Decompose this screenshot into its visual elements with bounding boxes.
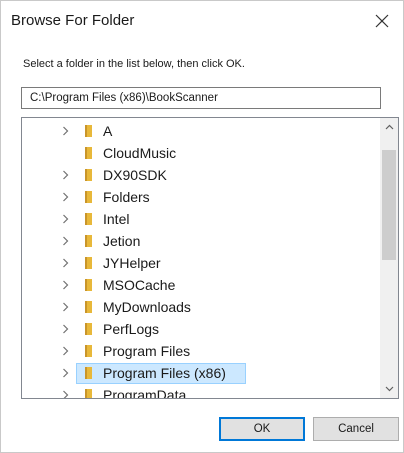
tree-item[interactable]: Jetion [22,230,374,252]
folder-icon [82,278,96,292]
tree-item-label: MyDownloads [103,299,191,315]
chevron-right-icon [62,302,68,312]
folder-icon [82,388,96,398]
tree-item[interactable]: CloudMusic [22,142,374,164]
close-icon [375,14,389,28]
selected-path-field: C:\Program Files (x86)\BookScanner [21,87,381,109]
tree-item-label: Program Files (x86) [103,365,226,381]
instruction-text: Select a folder in the list below, then … [23,58,245,70]
browse-for-folder-dialog: Browse For Folder Select a folder in the… [0,0,404,453]
chevron-right-icon [62,346,68,356]
tree-item[interactable]: MSOCache [22,274,374,296]
scroll-up-button[interactable] [380,118,398,136]
expand-toggle[interactable] [60,345,70,357]
ok-button[interactable]: OK [219,417,305,441]
tree-item[interactable]: Program Files [22,340,374,362]
tree-item-label: ProgramData [103,387,187,399]
tree-item-label: JYHelper [103,255,161,271]
tree-item[interactable]: A [22,120,374,142]
expand-toggle[interactable] [60,169,70,181]
chevron-right-icon [62,126,68,136]
folder-icon [82,234,96,248]
tree-item[interactable]: Intel [22,208,374,230]
tree-item[interactable]: JYHelper [22,252,374,274]
tree-item-label: DX90SDK [103,167,167,183]
tree-item-label: PerfLogs [103,321,160,337]
tree-item-label: A [103,123,113,139]
tree-item-label: CloudMusic [103,145,177,161]
close-button[interactable] [365,5,399,37]
expand-toggle[interactable] [60,389,70,398]
tree-item[interactable]: ProgramData [22,384,374,399]
scroll-thumb[interactable] [382,150,396,260]
folder-tree-list: A CloudMusic DX90SDK Folders Intel Jetion JYHe… [22,120,374,399]
expand-toggle[interactable] [60,367,70,379]
chevron-right-icon [62,324,68,334]
folder-icon [82,212,96,226]
expand-toggle[interactable] [60,257,70,269]
tree-item[interactable]: PerfLogs [22,318,374,340]
tree-item-label: MSOCache [103,277,176,293]
dialog-title: Browse For Folder [11,12,135,29]
expand-toggle[interactable] [60,125,70,137]
chevron-right-icon [62,192,68,202]
folder-icon [82,190,96,204]
tree-item-label: Program Files [103,343,191,359]
folder-icon [82,168,96,182]
folder-tree[interactable]: A CloudMusic DX90SDK Folders Intel Jetion JYHe… [21,117,399,399]
chevron-right-icon [62,214,68,224]
folder-icon [82,344,96,358]
chevron-right-icon [62,170,68,180]
tree-item-label: Folders [103,189,150,205]
chevron-right-icon [62,236,68,246]
expand-toggle[interactable] [60,279,70,291]
chevron-right-icon [62,390,68,398]
folder-icon [82,124,96,138]
expand-toggle[interactable] [60,323,70,335]
tree-item[interactable]: MyDownloads [22,296,374,318]
scroll-down-button[interactable] [380,380,398,398]
expand-toggle[interactable] [60,191,70,203]
tree-item[interactable]: Folders [22,186,374,208]
tree-item[interactable]: DX90SDK [22,164,374,186]
folder-icon [82,256,96,270]
chevron-down-icon [385,386,393,392]
folder-icon [82,146,96,160]
cancel-button[interactable]: Cancel [313,417,399,441]
chevron-right-icon [62,258,68,268]
title-bar: Browse For Folder [1,1,403,41]
expand-toggle[interactable] [60,213,70,225]
chevron-right-icon [62,280,68,290]
folder-icon [82,366,96,380]
folder-icon [82,300,96,314]
tree-item[interactable]: Program Files (x86) [22,362,374,384]
tree-item-label: Intel [103,211,130,227]
expand-toggle[interactable] [60,301,70,313]
chevron-up-icon [385,124,393,130]
expand-toggle[interactable] [60,235,70,247]
chevron-right-icon [62,368,68,378]
vertical-scrollbar[interactable] [380,118,398,398]
folder-icon [82,322,96,336]
tree-item-label: Jetion [103,233,141,249]
